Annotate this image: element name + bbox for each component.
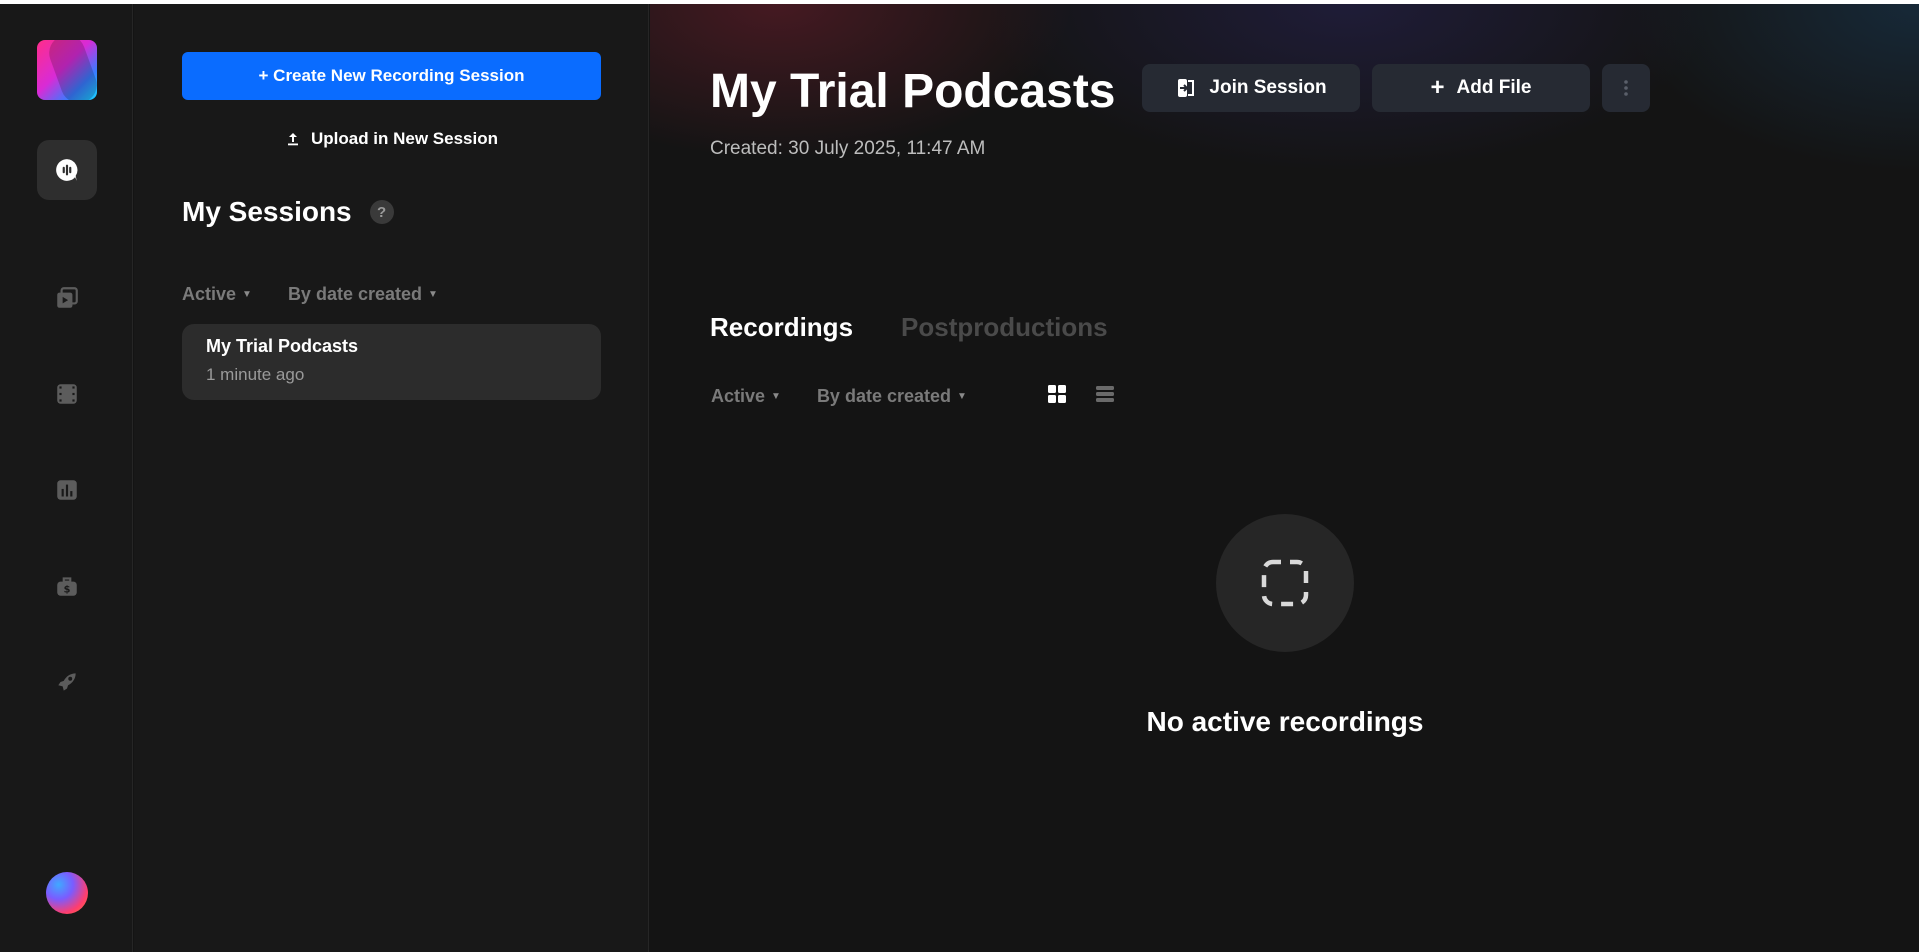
page-title: My Trial Podcasts (710, 65, 1116, 118)
upload-icon (287, 133, 298, 146)
nav-rail: $ (0, 4, 133, 952)
empty-state-message: No active recordings (1146, 706, 1424, 737)
sessions-status-label: Active (182, 284, 237, 304)
join-session-label: Join Session (1209, 77, 1327, 98)
upload-in-new-session-link[interactable]: Upload in New Session (182, 124, 601, 154)
upload-label: Upload in New Session (310, 129, 499, 148)
created-date: Created: 30 July 2025, 11:47 AM (710, 138, 986, 159)
add-file-label: Add File (1456, 77, 1532, 98)
join-session-button[interactable]: Join Session (1142, 64, 1360, 112)
sessions-status-filter[interactable]: Active ▼ (182, 284, 252, 305)
sessions-filters: Active ▼ By date created ▼ (182, 284, 438, 305)
add-file-button[interactable]: + Add File (1372, 64, 1590, 112)
sessions-title: My Sessions (182, 196, 352, 227)
empty-state-illustration (1216, 514, 1354, 652)
user-avatar[interactable] (46, 872, 88, 914)
create-session-button[interactable]: + Create New Recording Session (182, 52, 601, 100)
nav-launch[interactable] (37, 652, 97, 712)
sessions-sort-label: By date created (287, 284, 422, 304)
session-time: 1 minute ago (206, 365, 305, 384)
recordings-sort-filter[interactable]: By date created ▼ (817, 386, 967, 407)
sessions-heading: My Sessions ? (182, 196, 394, 228)
caret-down-icon: ▼ (957, 391, 967, 402)
recordings-status-filter[interactable]: Active ▼ (711, 386, 781, 407)
door-enter-icon (1178, 79, 1195, 97)
grid-view-button[interactable] (1045, 382, 1069, 406)
sessions-panel: + Create New Recording Session Upload in… (134, 4, 649, 952)
list-view-button[interactable] (1093, 382, 1117, 406)
rocket-icon (58, 673, 76, 691)
recordings-status-label: Active (711, 386, 766, 406)
caret-down-icon: ▼ (428, 289, 438, 300)
recordings-sort-label: By date created (816, 386, 951, 406)
nav-clips[interactable] (37, 268, 97, 328)
app-logo[interactable] (37, 40, 97, 100)
more-vertical-icon (1624, 80, 1628, 96)
nav-video-editor[interactable] (37, 364, 97, 424)
create-session-label: + Create New Recording Session (258, 66, 525, 85)
nav-recordings[interactable] (37, 140, 97, 200)
film-icon (57, 384, 77, 404)
content-tabs: Recordings Postproductions (710, 312, 1108, 343)
svg-text:$: $ (64, 585, 71, 596)
recordings-filters: Active ▼ By date created ▼ (711, 386, 967, 407)
header-gradient (650, 4, 1919, 324)
tab-recordings[interactable]: Recordings (710, 312, 853, 343)
grid-icon (1048, 385, 1066, 403)
session-list-item[interactable]: My Trial Podcasts 1 minute ago (182, 324, 601, 400)
briefcase-dollar-icon: $ (57, 577, 77, 596)
help-icon[interactable]: ? (369, 200, 394, 224)
selection-dashed-icon (1261, 559, 1309, 607)
caret-down-icon: ▼ (242, 289, 252, 300)
nav-analytics[interactable] (37, 460, 97, 520)
list-icon (1096, 386, 1114, 402)
bar-chart-icon (57, 480, 77, 500)
tab-postproductions[interactable]: Postproductions (901, 312, 1108, 343)
video-stack-icon (57, 287, 78, 308)
caret-down-icon: ▼ (771, 391, 781, 402)
more-options-button[interactable] (1602, 64, 1650, 112)
plus-icon: + (1430, 74, 1445, 101)
sessions-sort-filter[interactable]: By date created ▼ (288, 284, 438, 305)
session-name: My Trial Podcasts (206, 336, 359, 356)
nav-billing[interactable]: $ (37, 556, 97, 616)
main-content: My Trial Podcasts Created: 30 July 2025,… (650, 4, 1919, 952)
podcast-mic-icon (56, 159, 78, 181)
